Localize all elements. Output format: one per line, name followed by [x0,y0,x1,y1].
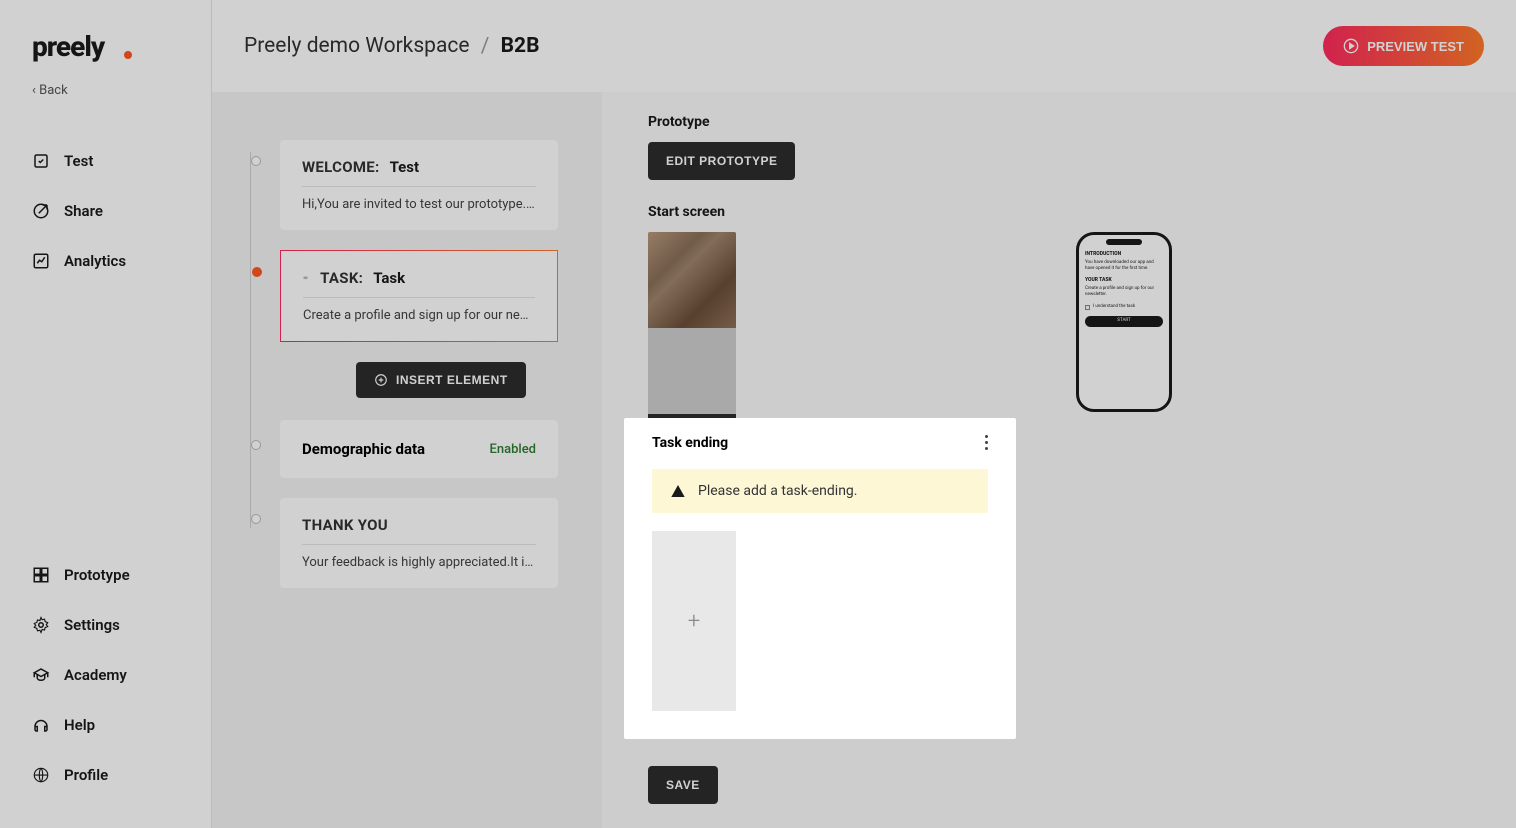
flow-card-task[interactable]: ▪▪ TASK: Task Create a profile and sign … [280,250,558,342]
card-title: Demographic data [302,440,425,458]
warning-banner: Please add a task-ending. [652,469,988,513]
phone-start-button: START [1085,316,1163,326]
academy-icon [32,666,50,684]
breadcrumb-sep: / [481,34,490,58]
plus-circle-icon [374,373,388,387]
sidebar-item-test[interactable]: Test [0,138,211,184]
edit-prototype-button[interactable]: EDIT PROTOTYPE [648,142,795,180]
phone-checkbox: I understand the task [1085,304,1163,310]
sidebar-label: Academy [64,666,127,684]
gear-icon [32,616,50,634]
card-body: Hi,You are invited to test our prototype… [302,197,536,212]
task-ending-label: Task ending [652,435,728,451]
card-label: THANK YOU [302,516,388,534]
back-link[interactable]: Back [0,83,211,128]
sidebar-item-help[interactable]: Help [0,702,211,748]
save-button[interactable]: SAVE [648,766,718,804]
sidebar-item-prototype[interactable]: Prototype [0,552,211,598]
globe-icon [32,766,50,784]
flow-node-dot [251,514,261,524]
sidebar-label: Settings [64,616,120,634]
flow-card-thankyou[interactable]: THANK YOU Your feedback is highly apprec… [280,498,558,588]
flow-node-dot [251,156,261,166]
sidebar-label: Help [64,716,95,734]
sidebar-label: Prototype [64,566,130,584]
phone-intro-text: You have downloaded our app and have ope… [1085,260,1163,273]
play-icon [1343,38,1359,54]
card-body: Create a profile and sign up for our new… [303,308,535,323]
phone-task-text: Create a profile and sign up for our new… [1085,286,1163,299]
card-label: WELCOME: [302,158,380,176]
logo: preely [0,30,211,83]
sidebar-item-analytics[interactable]: Analytics [0,238,211,284]
sidebar: preely Back Test Share Analytics Prototy… [0,0,212,828]
breadcrumb: Preely demo Workspace / B2B [244,34,539,58]
start-screen-label: Start screen [648,204,1470,220]
plus-icon: + [688,609,700,634]
breadcrumb-workspace[interactable]: Preely demo Workspace [244,34,470,58]
prototype-section-label: Prototype [648,114,1470,130]
phone-intro-heading: INTRODUCTION [1085,251,1163,258]
card-value: Task [373,269,405,287]
thumb-filler [648,328,736,414]
phone-task-heading: YOUR TASK [1085,277,1163,284]
breadcrumb-current: B2B [501,34,540,58]
warning-text: Please add a task-ending. [698,483,858,499]
sidebar-label: Share [64,202,103,220]
sidebar-item-profile[interactable]: Profile [0,752,211,798]
prototype-icon [32,566,50,584]
card-label: TASK: [320,269,363,287]
kebab-menu-icon[interactable] [985,432,988,453]
phone-notch [1106,239,1142,245]
sidebar-item-settings[interactable]: Settings [0,602,211,648]
card-value: Test [390,158,420,176]
flow-card-demographic[interactable]: Demographic data Enabled [280,420,558,478]
flow-column: WELCOME: Test Hi,You are invited to test… [212,92,602,828]
sidebar-item-academy[interactable]: Academy [0,652,211,698]
insert-element-button[interactable]: INSERT ELEMENT [356,362,526,398]
task-ending-panel: Task ending Please add a task-ending. + [624,418,1016,739]
sidebar-label: Test [64,152,93,170]
card-body: Your feedback is highly appreciated.It i… [302,555,536,570]
help-icon [32,716,50,734]
flow-card-welcome[interactable]: WELCOME: Test Hi,You are invited to test… [280,140,558,230]
add-task-ending-tile[interactable]: + [652,531,736,711]
share-icon [32,202,50,220]
start-screen-thumb[interactable]: 1 [648,232,736,434]
warning-icon [670,483,686,499]
drag-handle-icon[interactable]: ▪▪ [303,273,306,284]
sidebar-item-share[interactable]: Share [0,188,211,234]
insert-label: INSERT ELEMENT [396,373,508,387]
thumb-image [648,232,736,328]
sidebar-label: Analytics [64,252,126,270]
status-badge: Enabled [490,442,537,457]
phone-preview: INTRODUCTION You have downloaded our app… [1076,232,1172,412]
header: Preely demo Workspace / B2B PREVIEW TEST [212,0,1516,92]
task-icon [32,152,50,170]
analytics-icon [32,252,50,270]
sidebar-label: Profile [64,766,108,784]
flow-node-dot-active [252,267,262,277]
preview-test-button[interactable]: PREVIEW TEST [1323,26,1484,66]
preview-label: PREVIEW TEST [1367,39,1464,54]
flow-node-dot [251,440,261,450]
